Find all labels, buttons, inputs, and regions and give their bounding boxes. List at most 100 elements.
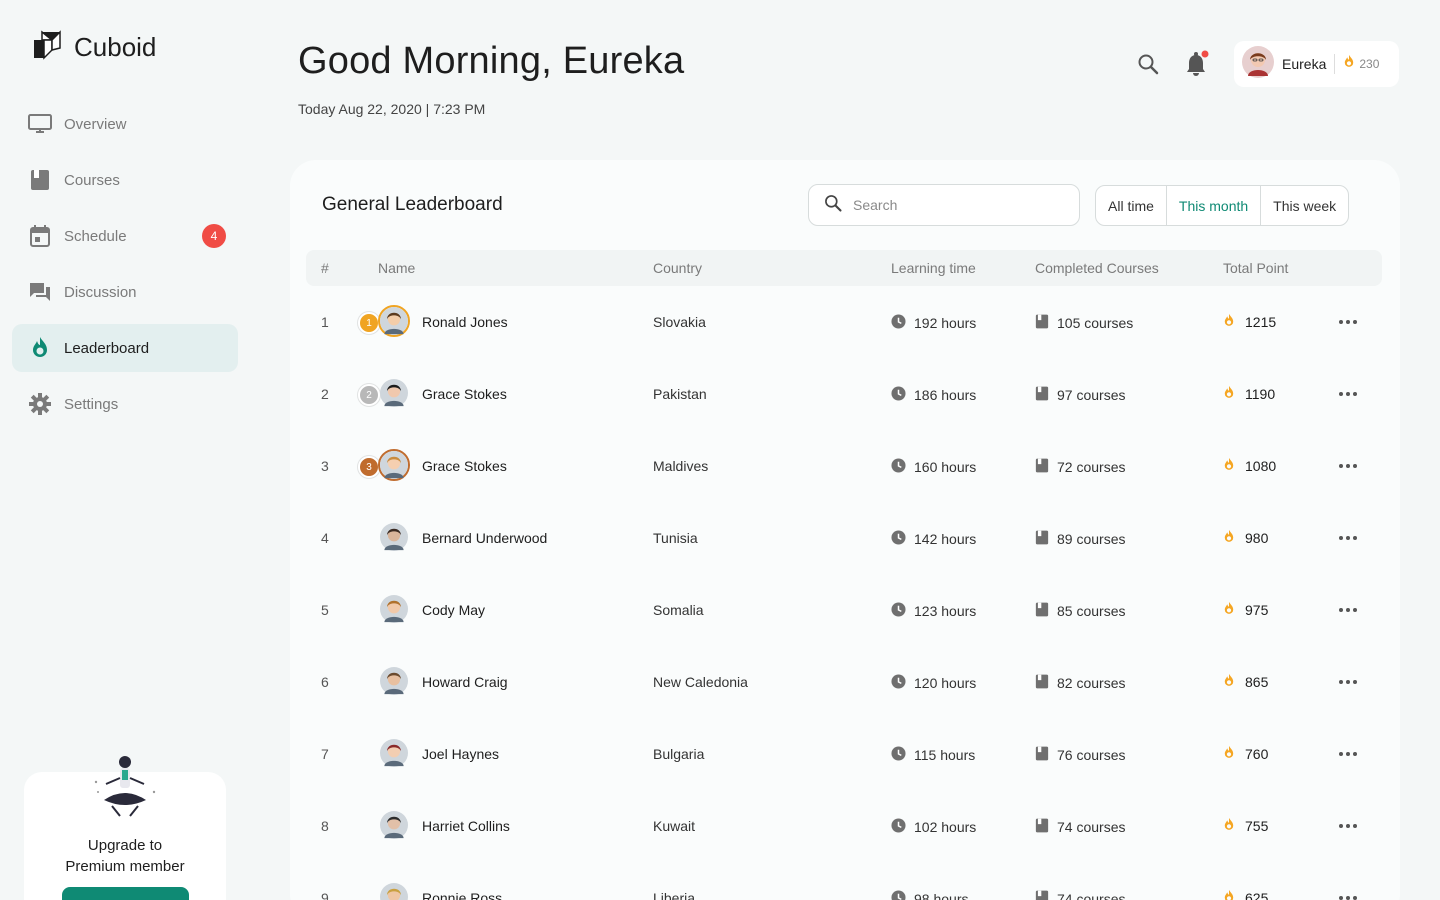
table-row[interactable]: 4 Bernard Underwood Tunisia 142 hours 89… [306,502,1382,574]
learning-time-value: 123 hours [914,603,977,619]
avatar [378,377,410,409]
filter-this-month[interactable]: This month [1167,186,1262,225]
table-row[interactable]: 8 Harriet Collins Kuwait 102 hours 74 co… [306,790,1382,862]
table-row[interactable]: 3 3 Grace Stokes Maldives 160 hours 72 c… [306,430,1382,502]
clock-icon [891,458,906,476]
points-value: 975 [1245,602,1269,618]
courses-value: 105 courses [1057,315,1134,331]
user-profile-chip[interactable]: Eureka 230 [1234,41,1399,87]
more-options-icon[interactable] [1338,528,1358,548]
table-row[interactable]: 1 1 Ronald Jones Slovakia 192 hours 105 … [306,286,1382,358]
row-name[interactable]: Cody May [422,602,485,618]
nav-item-discussion[interactable]: Discussion [12,268,238,316]
more-options-icon[interactable] [1338,456,1358,476]
row-name[interactable]: Grace Stokes [422,458,507,474]
row-total-point: 760 [1223,745,1268,763]
table-header: # Name Country Learning time Completed C… [306,250,1382,286]
row-completed-courses: 105 courses [1035,314,1133,332]
points-value: 755 [1245,818,1269,834]
clock-icon [891,746,906,764]
column-completed-courses[interactable]: Completed Courses [1035,260,1159,276]
row-total-point: 625 [1223,889,1268,900]
row-name[interactable]: Grace Stokes [422,386,507,402]
upgrade-line1: Upgrade to [87,837,163,854]
upgrade-button[interactable] [62,887,189,900]
flame-icon [1223,529,1235,547]
sidebar: Cuboid Overview Courses Schedule 4 Discu… [0,0,250,900]
courses-value: 76 courses [1057,747,1126,763]
column-rank: # [321,260,329,276]
nav-item-overview[interactable]: Overview [12,100,238,148]
column-country[interactable]: Country [653,260,702,276]
row-name[interactable]: Howard Craig [422,674,508,690]
row-name[interactable]: Bernard Underwood [422,530,547,546]
book-icon [1035,458,1049,476]
app-logo[interactable]: Cuboid [32,30,156,65]
search-icon[interactable] [1136,52,1160,76]
bronze-medal-icon: 3 [358,456,380,478]
row-rank: 6 [321,674,329,690]
table-row[interactable]: 7 Joel Haynes Bulgaria 115 hours 76 cour… [306,718,1382,790]
column-total-point[interactable]: Total Point [1223,260,1288,276]
row-total-point: 1215 [1223,313,1276,331]
courses-value: 82 courses [1057,675,1126,691]
more-options-icon[interactable] [1338,672,1358,692]
row-completed-courses: 72 courses [1035,458,1125,476]
flame-icon [1223,457,1235,475]
row-country: Liberia [653,890,696,900]
row-country: Slovakia [653,314,706,330]
more-options-icon[interactable] [1338,600,1358,620]
row-country: Pakistan [653,386,707,402]
bell-icon[interactable] [1184,50,1210,78]
row-name[interactable]: Ronald Jones [422,314,508,330]
nav-label: Leaderboard [64,339,150,357]
more-options-icon[interactable] [1338,816,1358,836]
table-row[interactable]: 2 2 Grace Stokes Pakistan 186 hours 97 c… [306,358,1382,430]
points-value: 980 [1245,530,1269,546]
nav-label: Schedule [64,227,127,245]
main-nav: Overview Courses Schedule 4 Discussion L… [12,100,238,436]
row-rank: 3 [321,458,329,474]
row-name[interactable]: Joel Haynes [422,746,499,762]
row-total-point: 1080 [1223,457,1276,475]
column-learning-time[interactable]: Learning time [891,260,976,276]
row-country: New Caledonia [653,674,748,690]
courses-value: 89 courses [1057,531,1126,547]
table-row[interactable]: 9 Ronnie Ross Liberia 98 hours 74 course… [306,862,1382,900]
avatar [378,881,410,900]
row-learning-time: 115 hours [891,746,975,764]
row-completed-courses: 74 courses [1035,818,1125,836]
row-name[interactable]: Ronnie Ross [422,890,502,900]
time-filter: All time This month This week [1095,185,1350,226]
row-learning-time: 98 hours [891,890,968,900]
more-options-icon[interactable] [1338,384,1358,404]
row-name[interactable]: Harriet Collins [422,818,510,834]
nav-item-schedule[interactable]: Schedule 4 [12,212,238,260]
page-title: Good Morning, Eureka [298,40,685,82]
nav-item-courses[interactable]: Courses [12,156,238,204]
clock-icon [891,890,906,900]
more-options-icon[interactable] [1338,312,1358,332]
filter-all-time[interactable]: All time [1096,186,1167,225]
more-options-icon[interactable] [1338,888,1358,900]
avatar [378,521,410,553]
row-rank: 2 [321,386,329,402]
flame-icon [1223,817,1235,835]
filter-this-week[interactable]: This week [1261,186,1348,225]
nav-item-settings[interactable]: Settings [12,380,238,428]
calendar-icon [28,224,52,248]
row-rank: 8 [321,818,329,834]
row-learning-time: 123 hours [891,602,976,620]
row-total-point: 755 [1223,817,1268,835]
nav-item-leaderboard[interactable]: Leaderboard [12,324,238,372]
avatar [378,809,410,841]
table-row[interactable]: 6 Howard Craig New Caledonia 120 hours 8… [306,646,1382,718]
row-country: Kuwait [653,818,696,834]
column-name[interactable]: Name [378,260,415,276]
search-field[interactable] [808,184,1080,226]
courses-value: 85 courses [1057,603,1126,619]
search-input[interactable] [853,197,1053,213]
table-row[interactable]: 5 Cody May Somalia 123 hours 85 courses … [306,574,1382,646]
book-icon [1035,314,1049,332]
more-options-icon[interactable] [1338,744,1358,764]
